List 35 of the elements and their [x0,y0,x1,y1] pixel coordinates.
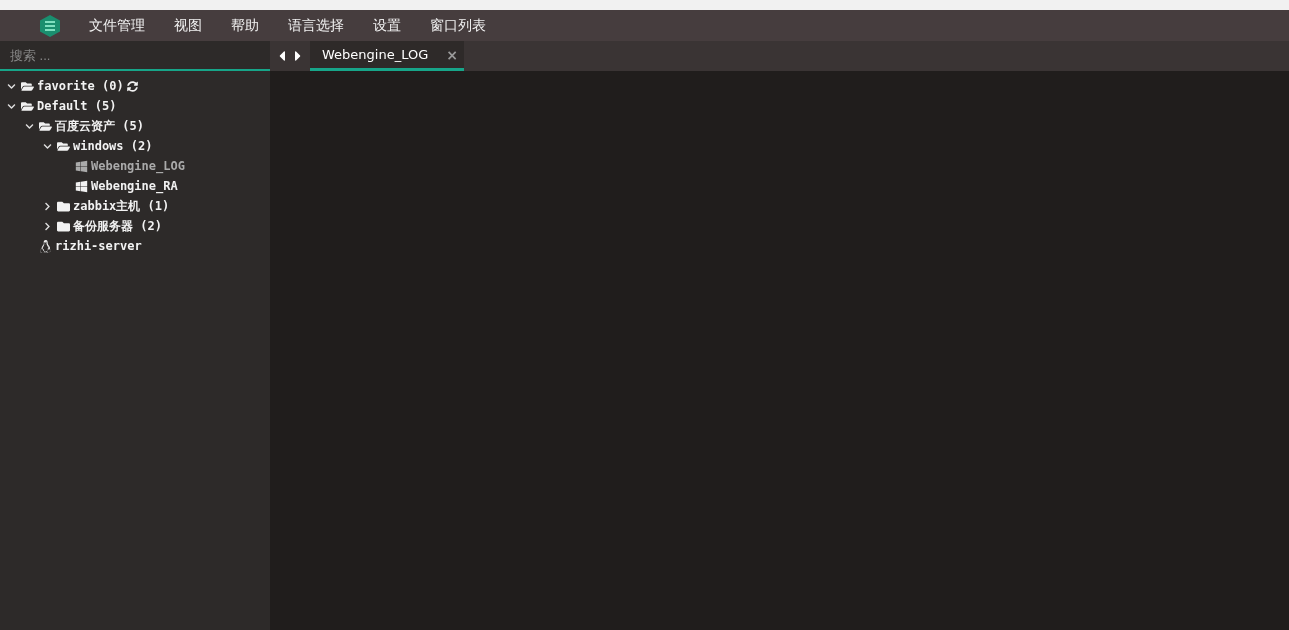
chevron-right-icon[interactable] [42,201,52,211]
folder-icon [39,119,52,133]
chevron-down-icon[interactable] [24,121,34,131]
chevron-down-icon[interactable] [6,81,16,91]
tree-item[interactable]: Webengine_LOG [91,159,185,173]
chevron-down-icon[interactable] [42,141,52,151]
logo-icon [38,13,62,38]
tree-item[interactable]: favorite (0) [37,79,124,93]
menu-item[interactable]: 设置 [373,16,401,35]
tree-item[interactable]: Default (5) [37,99,117,113]
tree-item[interactable]: 百度云资产 (5) [55,117,144,135]
penguin-icon [39,239,52,253]
chevron-right-icon[interactable] [42,221,52,231]
tree-item[interactable]: 备份服务器 (2) [73,217,162,235]
windows-icon [75,159,88,173]
tree-item[interactable]: rizhi-server [55,239,142,253]
menu-item[interactable]: 文件管理 [89,16,145,35]
folder-icon [21,99,34,113]
refresh-icon[interactable] [126,80,138,92]
tree-item[interactable]: zabbix主机 (1) [73,197,170,215]
tree-item[interactable]: windows (2) [73,139,153,153]
folder-icon [57,219,70,233]
chevron-down-icon[interactable] [6,101,16,111]
tree-item[interactable]: Webengine_RA [91,179,178,193]
close-icon[interactable]: × [446,46,458,63]
menu-item[interactable]: 视图 [174,16,202,35]
folder-icon [57,139,70,153]
folder-icon [21,79,34,93]
windows-icon [75,179,88,193]
menu-item[interactable]: 语言选择 [288,16,344,35]
tab[interactable]: Webengine_LOG × [310,41,464,71]
menu-item[interactable]: 窗口列表 [430,16,486,35]
tab-label: Webengine_LOG [322,47,429,62]
menu-item[interactable]: 帮助 [231,16,259,35]
folder-icon [57,199,70,213]
